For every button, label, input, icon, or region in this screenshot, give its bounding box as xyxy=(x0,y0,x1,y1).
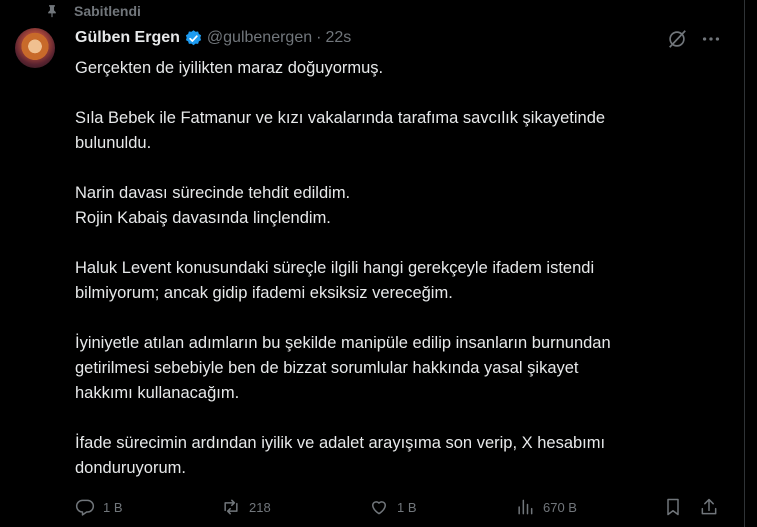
reply-button[interactable]: 1 B xyxy=(75,494,123,520)
repost-icon xyxy=(224,499,238,515)
tweet-line: İyiniyetle atılan adımların bu şekilde m… xyxy=(75,334,611,352)
verified-badge-icon[interactable] xyxy=(184,29,203,48)
tweet-line: Narin davası sürecinde tehdit edildim. xyxy=(75,184,351,202)
views-bar-chart-icon xyxy=(518,499,533,515)
repost-button[interactable]: 218 xyxy=(221,494,271,520)
views-count: 670 B xyxy=(543,499,577,515)
tweet-line: bulunuldu. xyxy=(75,134,152,152)
tweet-line: bilmiyorum; ancak gidip ifademi eksiksiz… xyxy=(75,284,453,302)
avatar[interactable] xyxy=(15,28,55,68)
tweet-time[interactable]: 22s xyxy=(325,29,351,47)
more-options-icon[interactable] xyxy=(700,28,722,50)
grok-icon[interactable] xyxy=(666,28,688,50)
reply-count: 1 B xyxy=(103,499,123,515)
like-count: 1 B xyxy=(397,499,417,515)
author-handle[interactable]: @gulbenergen xyxy=(207,29,312,47)
tweet-line: hakkımı kullanacağım. xyxy=(75,384,240,402)
tweet-line: donduruyorum. xyxy=(75,459,186,477)
timeline-divider xyxy=(744,0,745,527)
repost-count: 218 xyxy=(249,499,271,515)
author-name[interactable]: Gülben Ergen xyxy=(75,29,180,47)
tweet-line: Rojin Kabaiş davasında linçlendim. xyxy=(75,209,331,227)
tweet-line: İfade sürecimin ardından iyilik ve adale… xyxy=(75,434,606,452)
bookmark-icon[interactable] xyxy=(663,497,683,517)
tweet-line: Gerçekten de iyilikten maraz doğuyormuş. xyxy=(75,59,384,77)
tweet-header: Gülben Ergen @gulbenergen · 22s xyxy=(75,26,351,50)
pin-icon xyxy=(48,5,56,18)
reply-icon xyxy=(75,499,95,516)
meta-separator: · xyxy=(316,29,322,46)
tweet-text: Gerçekten de iyilikten maraz doğuyormuş.… xyxy=(75,56,715,481)
tweet-actions: 1 B 218 1 B 670 B xyxy=(75,494,725,520)
views-button[interactable]: 670 B xyxy=(515,494,577,520)
pinned-label: Sabitlendi xyxy=(74,3,141,19)
share-icon[interactable] xyxy=(699,497,719,517)
like-button[interactable]: 1 B xyxy=(369,494,417,520)
tweet-line: Sıla Bebek ile Fatmanur ve kızı vakaları… xyxy=(75,109,606,127)
tweet-line: getirilmesi sebebiyle ben de bizzat soru… xyxy=(75,359,579,377)
heart-icon xyxy=(372,501,386,515)
tweet-line: Haluk Levent konusundaki süreçle ilgili … xyxy=(75,259,595,277)
pinned-indicator: Sabitlendi xyxy=(45,1,141,21)
